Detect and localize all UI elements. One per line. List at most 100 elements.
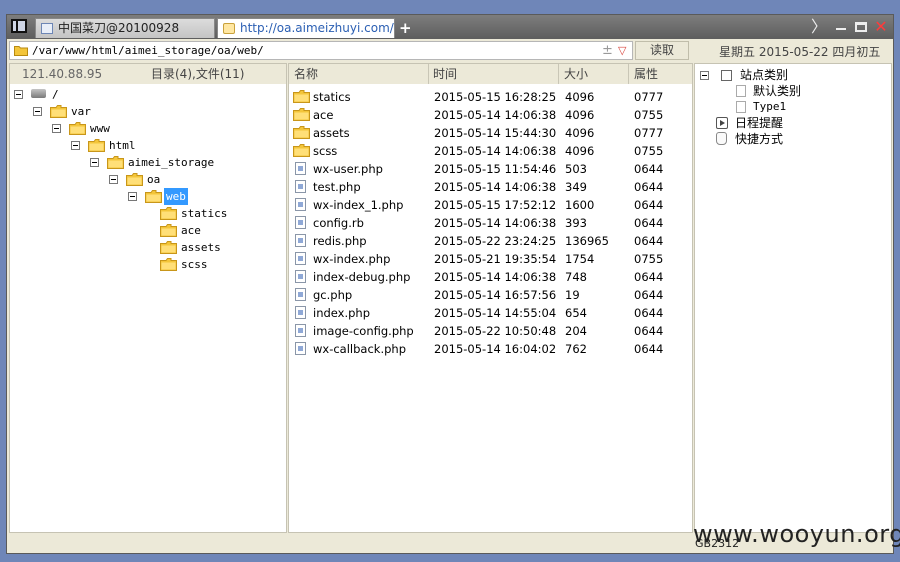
file-row[interactable]: index-debug.php 2015-05-14 14:06:38 748 064… [289,268,692,286]
file-row[interactable]: config.rb 2015-05-14 14:06:38 393 0644 [289,214,692,232]
file-size: 503 [565,162,587,176]
sidebar-toggle-icon[interactable] [11,19,27,33]
toolbar: /var/www/html/aimei_storage/oa/web/ ± ▽ … [7,39,893,63]
collapse-icon[interactable] [109,175,118,184]
tree-header: 121.40.88.95 目录(4),文件(11) [10,64,286,84]
collapse-icon[interactable] [52,124,61,133]
path-input[interactable]: /var/www/html/aimei_storage/oa/web/ ± ▽ [9,41,633,60]
tree-item-schedule[interactable]: 日程提醒 [716,115,876,131]
file-row[interactable]: wx-callback.php 2015-05-14 16:04:02 762 064… [289,340,692,358]
column-divider[interactable] [558,64,559,84]
collapse-icon[interactable] [90,158,99,167]
tree-item[interactable]: ace [143,222,280,239]
file-row[interactable]: index.php 2015-05-14 14:55:04 654 0644 [289,304,692,322]
file-size: 19 [565,288,580,302]
file-icon [295,288,306,301]
chevron-right-icon[interactable]: 〉 [811,18,827,36]
plus-minus-icon[interactable]: ± [602,42,613,59]
file-row[interactable]: wx-index_1.php 2015-05-15 17:52:12 1600 064… [289,196,692,214]
tree-item[interactable]: statics [143,205,280,222]
file-icon [295,324,306,337]
file-name: ace [313,108,334,122]
read-button[interactable]: 读取 [635,41,689,60]
file-name: statics [313,90,351,104]
file-row[interactable]: scss 2015-05-14 14:06:38 4096 0755 [289,142,692,160]
checkbox-icon[interactable] [721,70,732,81]
column-divider[interactable] [428,64,429,84]
tree-item-default-category[interactable]: 默认类别 [735,83,875,99]
tab-label: 中国菜刀@20100928 [58,21,180,35]
tree-item-site-category[interactable]: 站点类别 [700,67,880,83]
tree-item-shortcuts[interactable]: 快捷方式 [716,131,876,147]
folder-icon [160,241,177,254]
maximize-button[interactable] [853,18,869,36]
folder-icon [88,139,105,152]
file-name: test.php [313,180,361,194]
tree-item[interactable]: web [128,188,280,205]
directory-tree-panel: 121.40.88.95 目录(4),文件(11) / var www html aim… [9,63,287,533]
collapse-icon[interactable] [14,90,23,99]
shortcut-icon [716,132,727,145]
collapse-icon[interactable] [33,107,42,116]
tree-item[interactable]: www [52,120,280,137]
file-time: 2015-05-14 15:44:30 [434,126,557,140]
tab-bar: 中国菜刀@20100928 http://oa.aimeizhuyi.com/r… [7,15,893,39]
date-display: 星期五 2015-05-22 四月初五 [719,45,881,59]
tree-item-label: html [109,139,136,152]
tree-item[interactable]: / [14,86,280,103]
collapse-icon[interactable] [700,71,709,80]
file-list-header: 名称 时间 大小 属性 [289,64,692,84]
document-icon [736,85,746,97]
tree-item[interactable]: oa [109,171,280,188]
server-ip: 121.40.88.95 [22,67,103,81]
schedule-icon [716,117,728,129]
collapse-icon[interactable] [71,141,80,150]
file-row[interactable]: image-config.php 2015-05-22 10:50:48 204 06… [289,322,692,340]
file-row[interactable]: wx-index.php 2015-05-21 19:35:54 1754 0755 [289,250,692,268]
tree-item[interactable]: html [71,137,280,154]
file-row[interactable]: test.php 2015-05-14 14:06:38 349 0644 [289,178,692,196]
file-row[interactable]: statics 2015-05-15 16:28:25 4096 0777 [289,88,692,106]
column-header-size[interactable]: 大小 [564,64,588,84]
tab-oa-url[interactable]: http://oa.aimeizhuyi.com/redi... [217,18,395,38]
file-perm: 0644 [634,270,664,284]
file-row[interactable]: gc.php 2015-05-14 16:57:56 19 0644 [289,286,692,304]
folder-icon [107,156,124,169]
close-icon[interactable]: ✕ [873,18,889,36]
file-row[interactable]: redis.php 2015-05-22 23:24:25 136965 0644 [289,232,692,250]
file-perm: 0644 [634,306,664,320]
folder-icon [145,190,162,203]
app-window: 中国菜刀@20100928 http://oa.aimeizhuyi.com/r… [6,14,894,554]
file-icon [295,198,306,211]
tree-item[interactable]: assets [143,239,280,256]
column-header-time[interactable]: 时间 [433,64,457,84]
tree-item-type1[interactable]: Type1 [735,99,875,115]
tree-item[interactable]: var [33,103,280,120]
site-manager-panel: 站点类别 默认类别 Type1 日程提醒 快捷方式 [694,63,892,533]
tree-item-label: aimei_storage [128,156,215,169]
tab-caidao[interactable]: 中国菜刀@20100928 [35,18,215,38]
folder-icon [293,144,310,157]
tree-item-label: assets [181,241,221,254]
collapse-icon[interactable] [128,192,137,201]
file-name: config.rb [313,216,364,230]
file-perm: 0644 [634,216,664,230]
dir-file-count: 目录(4),文件(11) [151,67,245,81]
tree-item[interactable]: scss [143,256,280,273]
new-tab-button[interactable]: + [399,18,412,38]
file-size: 762 [565,342,587,356]
file-row[interactable]: assets 2015-05-14 15:44:30 4096 0777 [289,124,692,142]
column-divider[interactable] [628,64,629,84]
file-perm: 0644 [634,324,664,338]
file-row[interactable]: ace 2015-05-14 14:06:38 4096 0755 [289,106,692,124]
file-time: 2015-05-22 10:50:48 [434,324,557,338]
dropdown-arrow-icon[interactable]: ▽ [618,42,626,59]
file-size: 393 [565,216,587,230]
folder-icon [223,23,235,34]
column-header-perm[interactable]: 属性 [634,64,658,84]
tree-item[interactable]: aimei_storage [90,154,280,171]
column-header-name[interactable]: 名称 [294,64,318,84]
file-name: assets [313,126,350,140]
file-row[interactable]: wx-user.php 2015-05-15 11:54:46 503 0644 [289,160,692,178]
minimize-button[interactable] [833,18,849,36]
